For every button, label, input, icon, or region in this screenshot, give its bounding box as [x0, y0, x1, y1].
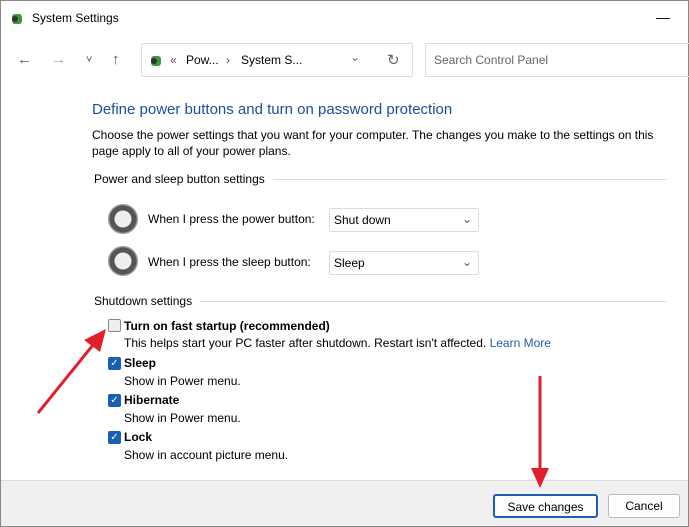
back-button[interactable]: ← [17, 47, 32, 73]
sleep-checkbox[interactable]: ✓ [108, 357, 121, 370]
hibernate-option-label[interactable]: Hibernate [124, 393, 179, 407]
chevron-down-icon: ⌄ [461, 212, 472, 226]
sleep-button-icon [108, 246, 138, 276]
select-value: Shut down [334, 213, 391, 227]
learn-more-link[interactable]: Learn More [490, 336, 551, 350]
power-section-header: Power and sleep button settings [94, 172, 667, 186]
sleep-option-description: Show in Power menu. [124, 374, 241, 388]
power-button-select[interactable]: Shut down ⌄ [329, 208, 479, 232]
refresh-button[interactable]: ↻ [387, 51, 400, 69]
lock-option-label[interactable]: Lock [124, 430, 152, 444]
window-title: System Settings [32, 11, 119, 25]
chevron-down-icon: ⌄ [461, 255, 472, 269]
divider [200, 300, 667, 302]
search-input[interactable]: Search Control Panel [425, 43, 689, 77]
lock-checkbox[interactable]: ✓ [108, 431, 121, 444]
power-button-icon [108, 204, 138, 234]
overflow-chevron[interactable]: « [170, 53, 177, 67]
recent-locations-button[interactable]: ˅ [86, 47, 92, 73]
description-text: This helps start your PC faster after sh… [124, 336, 487, 350]
section-title: Shutdown settings [94, 294, 193, 308]
select-value: Sleep [334, 256, 365, 270]
sleep-option-label[interactable]: Sleep [124, 356, 156, 370]
power-options-icon [12, 14, 22, 24]
shutdown-section-header: Shutdown settings [94, 294, 667, 308]
page-title: Define power buttons and turn on passwor… [92, 101, 453, 118]
forward-button[interactable]: → [51, 47, 66, 73]
address-bar[interactable]: « Pow... › System S... ⌄ ↻ [141, 43, 413, 77]
hibernate-checkbox[interactable]: ✓ [108, 394, 121, 407]
minimize-button[interactable]: — [656, 9, 670, 25]
hibernate-option-description: Show in Power menu. [124, 411, 241, 425]
fast-startup-description: This helps start your PC faster after sh… [124, 336, 551, 350]
breadcrumb-separator: › [226, 53, 230, 67]
fast-startup-label[interactable]: Turn on fast startup (recommended) [124, 319, 330, 333]
window: System Settings — ← → ˅ ↑ « Pow... › Sys… [0, 0, 689, 527]
divider [272, 178, 667, 180]
address-dropdown-button[interactable]: ⌄ [350, 50, 360, 64]
breadcrumb-system-settings[interactable]: System S... [241, 53, 302, 67]
breadcrumb-power-options[interactable]: Pow... [186, 53, 219, 67]
power-button-label: When I press the power button: [148, 212, 315, 226]
page-description: Choose the power settings that you want … [92, 128, 654, 158]
sleep-button-select[interactable]: Sleep ⌄ [329, 251, 479, 275]
save-changes-button[interactable]: Save changes [493, 494, 598, 518]
section-title: Power and sleep button settings [94, 172, 265, 186]
lock-option-description: Show in account picture menu. [124, 448, 289, 462]
cancel-button[interactable]: Cancel [608, 494, 680, 518]
sleep-button-label: When I press the sleep button: [148, 255, 311, 269]
title-bar: System Settings — [1, 1, 688, 35]
footer: Save changes Cancel [1, 480, 688, 526]
fast-startup-checkbox[interactable] [108, 319, 121, 332]
up-button[interactable]: ↑ [112, 47, 120, 73]
power-options-icon [151, 56, 161, 66]
